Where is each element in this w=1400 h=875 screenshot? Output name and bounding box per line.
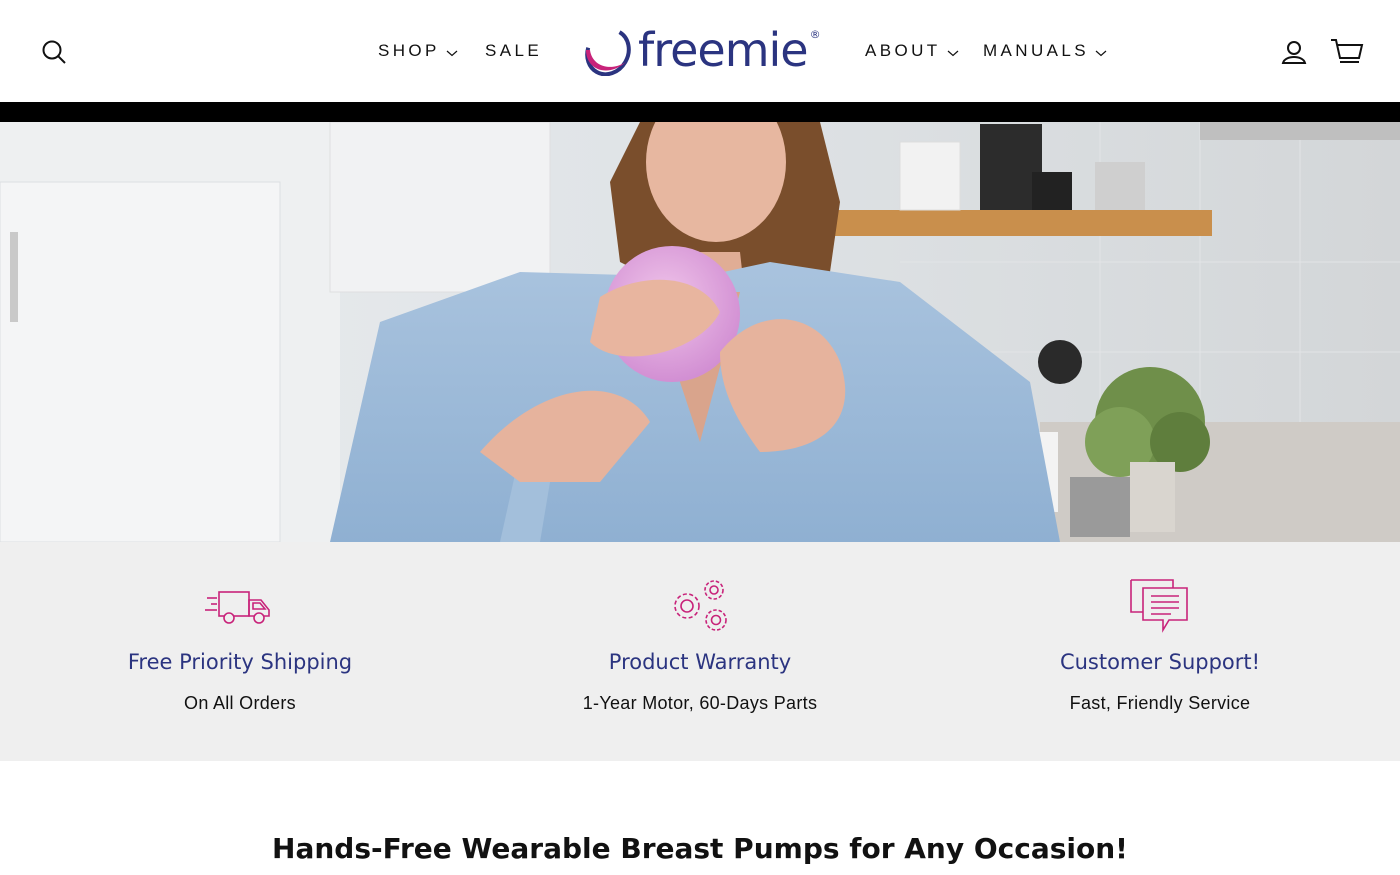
- hero-image: [0, 122, 1400, 542]
- announcement-bar: [0, 102, 1400, 122]
- truck-icon: [205, 578, 275, 639]
- feature-title: Product Warranty: [608, 650, 792, 674]
- chat-icon: [1129, 578, 1191, 639]
- feature-subtitle: 1-Year Motor, 60-Days Parts: [582, 693, 818, 713]
- section-heading: Hands-Free Wearable Breast Pumps for Any…: [272, 832, 1128, 865]
- logo-swoosh-icon: [585, 28, 631, 76]
- feature-subtitle: Fast, Friendly Service: [1069, 693, 1251, 713]
- feature-title: Customer Support!: [1059, 650, 1261, 674]
- nav-about[interactable]: ABOUT: [865, 40, 959, 62]
- cart-icon[interactable]: [1330, 36, 1364, 66]
- nav-manuals[interactable]: MANUALS: [983, 40, 1107, 62]
- nav-sale[interactable]: SALE: [485, 40, 542, 62]
- gears-icon: [667, 578, 733, 641]
- feature-title: Free Priority Shipping: [127, 650, 353, 674]
- site-header: SHOP SALE freemie ® ABOUT MANUALS: [0, 0, 1400, 102]
- nav-manuals-label: MANUALS: [983, 41, 1089, 60]
- nav-sale-label: SALE: [485, 41, 543, 60]
- nav-about-label: ABOUT: [865, 41, 941, 60]
- hero-slideshow[interactable]: [0, 122, 1400, 542]
- chevron-down-icon: [446, 50, 458, 56]
- chevron-down-icon: [1095, 50, 1107, 56]
- search-icon[interactable]: [40, 38, 68, 66]
- chevron-down-icon: [947, 50, 958, 56]
- nav-shop[interactable]: SHOP: [378, 40, 458, 62]
- account-icon[interactable]: [1280, 38, 1308, 66]
- feature-subtitle: On All Orders: [184, 693, 296, 713]
- freemie-logo[interactable]: freemie ®: [578, 26, 824, 78]
- logo-wordmark: freemie ®: [638, 23, 821, 77]
- nav-shop-label: SHOP: [378, 41, 440, 60]
- features-strip: Free Priority Shipping On All Orders Pro…: [0, 542, 1400, 761]
